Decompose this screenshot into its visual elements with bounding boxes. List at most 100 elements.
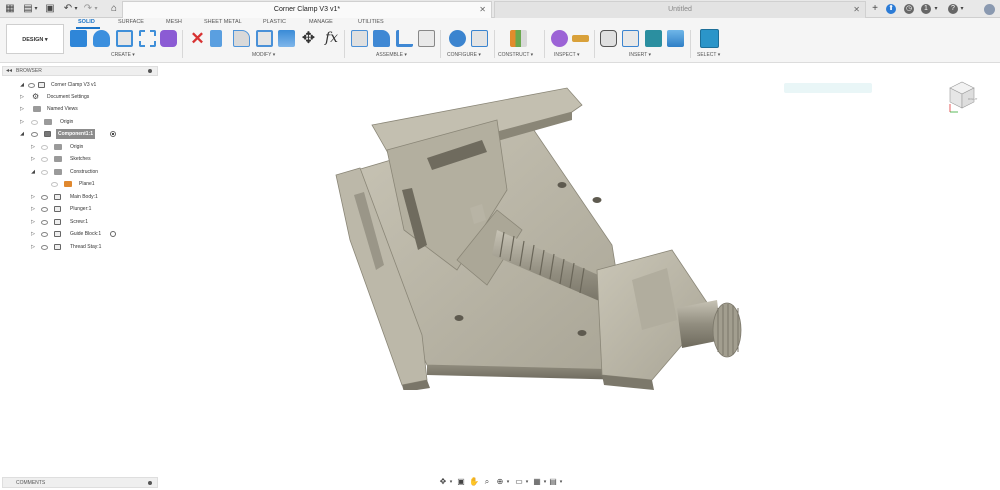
activate-radio[interactable] [110, 131, 116, 137]
revolve-icon[interactable] [116, 30, 133, 47]
fillet-icon[interactable] [233, 30, 250, 47]
combine-icon[interactable] [278, 30, 295, 47]
visibility-eye-icon[interactable] [41, 156, 48, 162]
expand-triangle-icon[interactable]: ▷ [30, 204, 36, 214]
insert-derive-icon[interactable] [600, 30, 617, 47]
comments-add-icon[interactable] [148, 481, 152, 485]
file-menu-chevron-icon[interactable]: ▾ [30, 3, 42, 15]
activate-radio[interactable] [110, 231, 116, 237]
tree-item-main-body[interactable]: ▷ Main Body:1 [0, 192, 160, 202]
browser-pin-icon[interactable] [148, 69, 152, 73]
offset-plane-icon[interactable] [510, 30, 527, 47]
job-status-icon[interactable]: ◷ [904, 4, 914, 14]
insert-canvas-icon[interactable] [667, 30, 684, 47]
tab-plastic[interactable]: PLASTIC [263, 19, 286, 25]
delete-icon[interactable]: ✕ [189, 30, 206, 47]
document-tab-active[interactable]: Corner Clamp V3 v1* ✕ [122, 1, 492, 18]
press-pull-icon[interactable] [210, 30, 222, 47]
extensions-icon[interactable]: ⬆ [886, 4, 896, 14]
corner-clamp-3d-model[interactable] [332, 80, 752, 390]
new-component-icon[interactable] [351, 30, 368, 47]
tab-manage[interactable]: MANAGE [309, 19, 333, 25]
redo-chevron-icon[interactable]: ▾ [90, 3, 102, 15]
extrude-icon[interactable] [93, 30, 110, 47]
inspect-group-label[interactable]: INSPECT ▾ [554, 52, 579, 58]
expand-triangle-icon[interactable]: ▷ [30, 217, 36, 227]
close-inactive-tab-icon[interactable]: ✕ [853, 2, 860, 18]
look-at-icon[interactable]: ▣ [456, 477, 466, 487]
visibility-eye-icon[interactable] [41, 169, 48, 175]
parameters-icon[interactable]: fx [323, 30, 340, 47]
tab-solid[interactable]: SOLID [78, 19, 95, 25]
visibility-eye-icon[interactable] [41, 206, 48, 212]
collapse-triangle-icon[interactable]: ◢ [30, 167, 36, 177]
form-icon[interactable] [160, 30, 177, 47]
tree-item-root[interactable]: ◢ Corner Clamp V3 v1 [0, 80, 160, 90]
visibility-eye-icon[interactable] [41, 219, 48, 225]
visibility-eye-icon[interactable] [51, 181, 58, 187]
select-group-label[interactable]: SELECT ▾ [697, 52, 720, 58]
tab-sheet-metal[interactable]: SHEET METAL [204, 19, 242, 25]
save-icon[interactable]: ▣ [44, 3, 56, 15]
tree-item-component-origin[interactable]: ▷ Origin [0, 142, 160, 152]
expand-triangle-icon[interactable]: ▷ [19, 104, 25, 114]
insert-mesh-icon[interactable] [645, 30, 662, 47]
tree-item-plunger[interactable]: ▷ Plunger:1 [0, 204, 160, 214]
tab-mesh[interactable]: MESH [166, 19, 182, 25]
pan-icon[interactable]: ✋ [469, 477, 479, 487]
collapse-browser-icon[interactable]: ◂◂ [6, 67, 12, 74]
expand-triangle-icon[interactable]: ▷ [30, 142, 36, 152]
insert-group-label[interactable]: INSERT ▾ [629, 52, 651, 58]
visibility-eye-icon[interactable] [31, 119, 38, 125]
visibility-eye-icon[interactable] [31, 131, 38, 137]
workspace-switcher-button[interactable]: DESIGN ▾ [6, 24, 64, 54]
visibility-eye-icon[interactable] [28, 82, 35, 88]
close-tab-icon[interactable]: ✕ [479, 2, 486, 18]
expand-triangle-icon[interactable]: ▷ [30, 192, 36, 202]
tree-item-component[interactable]: ◢ Component1:1 [0, 129, 160, 139]
tab-surface[interactable]: SURFACE [118, 19, 144, 25]
document-tab-inactive[interactable]: Untitled ✕ [494, 1, 866, 18]
configure-rule-icon[interactable] [471, 30, 488, 47]
orbit-chevron-icon[interactable]: ▾ [446, 477, 456, 487]
expand-triangle-icon[interactable]: ▷ [19, 92, 25, 102]
modify-group-label[interactable]: MODIFY ▾ [252, 52, 275, 58]
create-group-label[interactable]: CREATE ▾ [111, 52, 135, 58]
move-copy-icon[interactable]: ✥ [300, 30, 317, 47]
select-arrow-icon[interactable] [700, 29, 719, 48]
joint-icon[interactable] [373, 30, 390, 47]
tree-item-construction[interactable]: ◢ Construction [0, 167, 160, 177]
view-cube[interactable]: RIGHT [946, 76, 978, 116]
expand-triangle-icon[interactable]: ▷ [30, 229, 36, 239]
fit-chevron-icon[interactable]: ▾ [503, 477, 513, 487]
user-avatar[interactable] [984, 4, 995, 15]
configure-group-label[interactable]: CONFIGURE ▾ [447, 52, 481, 58]
home-icon[interactable]: ⌂ [108, 3, 120, 15]
expand-triangle-icon[interactable]: ▷ [30, 154, 36, 164]
tree-item-thread-stay[interactable]: ▷ Thread Stay:1 [0, 242, 160, 252]
visibility-eye-icon[interactable] [41, 194, 48, 200]
measure-icon[interactable] [551, 30, 568, 47]
zoom-icon[interactable]: ⌕ [482, 477, 492, 487]
tree-item-sketches[interactable]: ▷ Sketches [0, 154, 160, 164]
visibility-eye-icon[interactable] [41, 244, 48, 250]
interference-icon[interactable] [572, 35, 589, 42]
collapse-triangle-icon[interactable]: ◢ [19, 80, 25, 90]
new-sketch-icon[interactable] [70, 30, 87, 47]
tree-item-named-views[interactable]: ▷ Named Views [0, 104, 160, 114]
browser-panel-header[interactable]: ◂◂ BROWSER [2, 66, 158, 76]
notifications-chevron-icon[interactable]: ▾ [930, 3, 942, 15]
viewports-chevron-icon[interactable]: ▾ [556, 477, 566, 487]
tree-item-screw[interactable]: ▷ Screw:1 [0, 217, 160, 227]
assemble-group-label[interactable]: ASSEMBLE ▾ [376, 52, 407, 58]
visibility-eye-icon[interactable] [41, 231, 48, 237]
tree-item-guide-block[interactable]: ▷ Guide Block:1 [0, 229, 160, 239]
help-chevron-icon[interactable]: ▾ [956, 3, 968, 15]
new-tab-icon[interactable]: + [869, 3, 881, 15]
undo-chevron-icon[interactable]: ▾ [70, 3, 82, 15]
as-built-joint-icon[interactable] [396, 30, 413, 47]
sweep-icon[interactable] [139, 30, 156, 47]
tab-utilities[interactable]: UTILITIES [358, 19, 384, 25]
shell-icon[interactable] [256, 30, 273, 47]
app-grid-icon[interactable]: ▦ [4, 3, 16, 15]
